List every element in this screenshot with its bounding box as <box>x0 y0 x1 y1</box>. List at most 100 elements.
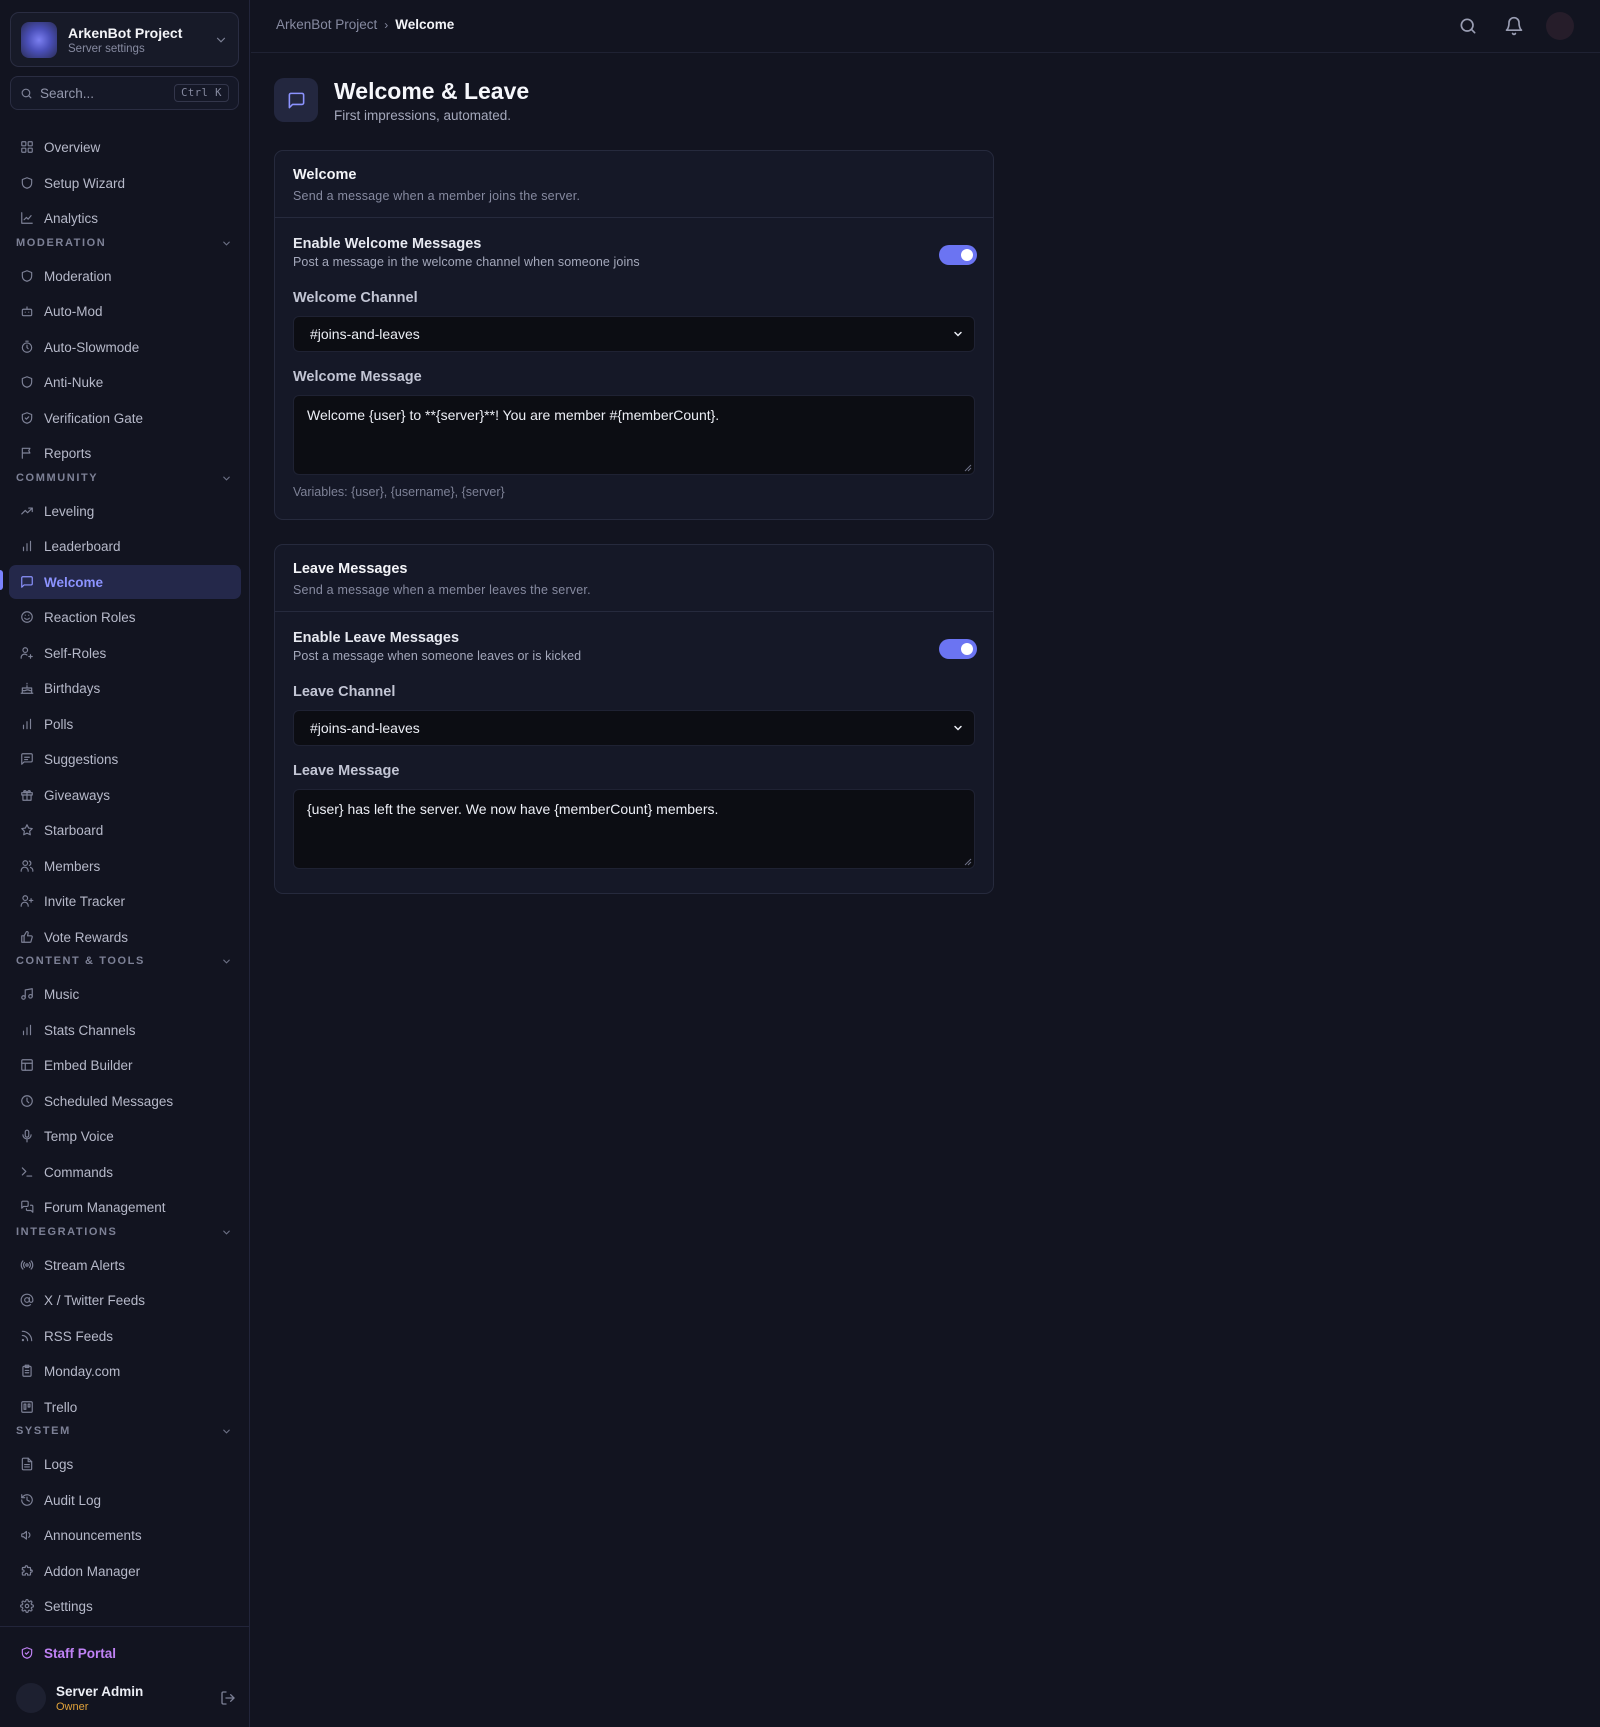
sidebar-item-addon-manager[interactable]: Addon Manager <box>9 1554 241 1588</box>
sidebar-item-announcements[interactable]: Announcements <box>9 1518 241 1552</box>
sidebar-item-music[interactable]: Music <box>9 977 241 1011</box>
sidebar-item-rss-feeds[interactable]: RSS Feeds <box>9 1319 241 1353</box>
sidebar-item-invite-tracker[interactable]: Invite Tracker <box>9 884 241 918</box>
toggle-description: Post a message in the welcome channel wh… <box>293 255 640 269</box>
welcome-enabled-toggle[interactable] <box>939 245 977 265</box>
shield-icon <box>21 177 33 189</box>
sidebar-item-moderation[interactable]: Moderation <box>9 259 241 293</box>
timer-icon <box>21 340 33 353</box>
sidebar-item-label: Temp Voice <box>44 1128 114 1144</box>
sidebar-item-auto-slowmode[interactable]: Auto-Slowmode <box>9 330 241 364</box>
search-icon[interactable] <box>1458 16 1478 36</box>
textarea-value: Welcome {user} to **{server}**! You are … <box>307 407 720 423</box>
resize-handle-icon[interactable] <box>964 858 972 866</box>
nav-section-moderation[interactable]: MODERATION <box>16 235 234 251</box>
shield-icon <box>21 270 33 282</box>
clipboard-icon <box>22 1364 32 1377</box>
leave-channel-select[interactable]: #joins-and-leaves <box>293 710 975 746</box>
sidebar-item-self-roles[interactable]: Self-Roles <box>9 636 241 670</box>
sidebar-item-members[interactable]: Members <box>9 849 241 883</box>
chevron-down-icon <box>954 331 962 337</box>
sidebar-item-polls[interactable]: Polls <box>9 707 241 741</box>
sidebar-item-label: Welcome <box>44 574 104 590</box>
sidebar-item-suggestions[interactable]: Suggestions <box>9 742 241 776</box>
breadcrumb-root[interactable]: ArkenBot Project <box>276 17 377 32</box>
leave-message-textarea[interactable]: {user} has left the server. We now have … <box>293 789 975 869</box>
sidebar-item-logs[interactable]: Logs <box>9 1447 241 1481</box>
sidebar-item-vote-rewards[interactable]: Vote Rewards <box>9 920 241 954</box>
file-text-icon <box>21 1457 33 1471</box>
sidebar-item-giveaways[interactable]: Giveaways <box>9 778 241 812</box>
sidebar-item-embed-builder[interactable]: Embed Builder <box>9 1048 241 1082</box>
sidebar-item-reports[interactable]: Reports <box>9 436 241 470</box>
sidebar-item-label: Setup Wizard <box>44 175 126 191</box>
sidebar-item-x-twitter-feeds[interactable]: X / Twitter Feeds <box>9 1283 241 1317</box>
server-switcher[interactable]: ArkenBot Project Server settings <box>10 12 239 67</box>
bar-chart-icon <box>22 540 32 552</box>
sidebar-search[interactable]: Ctrl K <box>10 76 239 110</box>
megaphone-icon <box>21 1530 31 1540</box>
sidebar-item-anti-nuke[interactable]: Anti-Nuke <box>9 365 241 399</box>
sidebar-item-label: Forum Management <box>44 1199 166 1215</box>
shield-icon <box>21 376 33 388</box>
logout-icon[interactable] <box>220 1690 236 1706</box>
chevron-down-icon <box>223 1230 230 1235</box>
sidebar-item-stats-channels[interactable]: Stats Channels <box>9 1013 241 1047</box>
history-icon <box>21 1494 33 1506</box>
bell-icon[interactable] <box>1504 16 1524 36</box>
sidebar-item-verification-gate[interactable]: Verification Gate <box>9 401 241 435</box>
sidebar-item-birthdays[interactable]: Birthdays <box>9 671 241 705</box>
sidebar-item-auto-mod[interactable]: Auto-Mod <box>9 294 241 328</box>
search-shortcut-badge: Ctrl K <box>174 84 229 102</box>
sidebar-item-scheduled-messages[interactable]: Scheduled Messages <box>9 1084 241 1118</box>
sidebar-item-forum-management[interactable]: Forum Management <box>9 1190 241 1224</box>
page-subtitle: First impressions, automated. <box>334 108 512 123</box>
welcome-channel-select[interactable]: #joins-and-leaves <box>293 316 975 352</box>
sidebar-item-label: Anti-Nuke <box>44 374 104 390</box>
avatar[interactable] <box>16 1683 46 1713</box>
sidebar-item-audit-log[interactable]: Audit Log <box>9 1483 241 1517</box>
nav-section-system[interactable]: SYSTEM <box>16 1423 234 1439</box>
chart-line-icon <box>21 212 33 224</box>
sidebar-item-leaderboard[interactable]: Leaderboard <box>9 529 241 563</box>
sidebar: ArkenBot Project Server settings Ctrl K … <box>0 0 250 1727</box>
sidebar-item-label: Stream Alerts <box>44 1257 126 1273</box>
server-subtitle: Server settings <box>68 42 145 55</box>
sidebar-item-trello[interactable]: Trello <box>9 1390 241 1424</box>
message-icon <box>288 92 304 108</box>
nav-section-content-tools[interactable]: CONTENT & TOOLS <box>16 953 234 969</box>
staff-portal-link[interactable]: Staff Portal <box>9 1636 241 1670</box>
search-input[interactable] <box>40 85 175 101</box>
nav-section-community[interactable]: COMMUNITY <box>16 470 234 486</box>
sidebar-item-analytics[interactable]: Analytics <box>9 201 241 235</box>
sidebar-item-reaction-roles[interactable]: Reaction Roles <box>9 600 241 634</box>
sidebar-item-label: Auto-Mod <box>44 303 103 319</box>
active-indicator <box>0 570 3 590</box>
robot-icon <box>21 306 33 317</box>
sidebar-item-label: Leveling <box>44 503 95 519</box>
variables-hint: Variables: {user}, {username}, {server} <box>293 485 505 499</box>
sidebar-item-commands[interactable]: Commands <box>9 1155 241 1189</box>
shield-check-icon <box>21 412 33 424</box>
nav-section-integrations[interactable]: INTEGRATIONS <box>16 1224 234 1240</box>
resize-handle-icon[interactable] <box>964 464 972 472</box>
music-icon <box>21 988 33 1000</box>
sidebar-item-label: Embed Builder <box>44 1057 133 1073</box>
sidebar-item-welcome[interactable]: Welcome <box>9 565 241 599</box>
sidebar-item-stream-alerts[interactable]: Stream Alerts <box>9 1248 241 1282</box>
leave-enabled-toggle[interactable] <box>939 639 977 659</box>
sidebar-item-label: Reports <box>44 445 92 461</box>
sidebar-item-monday-com[interactable]: Monday.com <box>9 1354 241 1388</box>
sidebar-item-temp-voice[interactable]: Temp Voice <box>9 1119 241 1153</box>
shield-check-icon <box>21 1647 33 1659</box>
welcome-message-textarea[interactable]: Welcome {user} to **{server}**! You are … <box>293 395 975 475</box>
sidebar-item-overview[interactable]: Overview <box>9 130 241 164</box>
sidebar-item-label: Vote Rewards <box>44 929 129 945</box>
sidebar-item-leveling[interactable]: Leveling <box>9 494 241 528</box>
toggle-description: Post a message when someone leaves or is… <box>293 649 582 663</box>
sidebar-item-starboard[interactable]: Starboard <box>9 813 241 847</box>
avatar[interactable] <box>1546 12 1574 40</box>
sidebar-item-settings[interactable]: Settings <box>9 1589 241 1623</box>
sidebar-item-setup-wizard[interactable]: Setup Wizard <box>9 166 241 200</box>
gift-icon <box>21 790 33 801</box>
